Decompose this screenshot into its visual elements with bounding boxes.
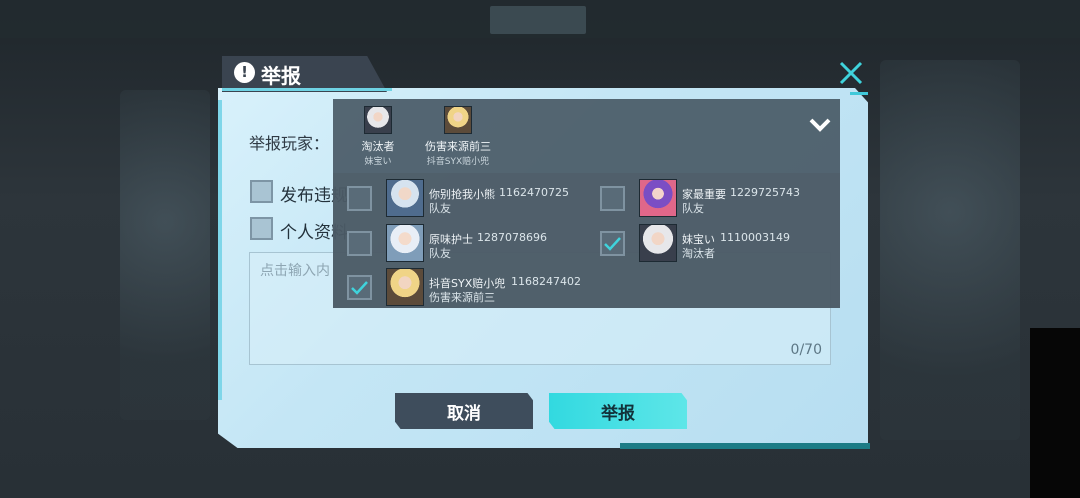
player-id: 1229725743 (730, 186, 800, 199)
character-counter: 0/70 (790, 342, 822, 358)
selected-player-sub: 抖音SYX赔小兜 (426, 157, 490, 167)
avatar (364, 106, 392, 134)
player-role: 伤害来源前三 (429, 291, 495, 304)
avatar (386, 224, 424, 262)
background-top-button (490, 6, 586, 34)
chevron-down-icon (809, 118, 831, 132)
player-checkbox[interactable] (347, 275, 372, 300)
player-dropdown-list: 你别抢我小熊 1162470725 队友 家最重要 1229725743 队友 … (333, 173, 840, 308)
player-id: 1162470725 (499, 186, 569, 199)
selected-player-sub: 妹宝い (364, 157, 392, 167)
background-dark-block (1030, 328, 1080, 498)
player-checkbox[interactable] (347, 186, 372, 211)
dropdown-toggle[interactable] (808, 117, 832, 133)
player-role: 队友 (429, 202, 451, 215)
dialog-edge-decoration (218, 100, 222, 400)
player-selector[interactable]: 淘汰者 妹宝い 伤害来源前三 抖音SYX赔小兜 (333, 99, 840, 173)
option-checkbox-profile[interactable] (250, 217, 273, 240)
player-checkbox[interactable] (600, 186, 625, 211)
player-list-item[interactable]: 抖音SYX赔小兜 1168247402 伤害来源前三 (333, 266, 581, 306)
option-checkbox-violation[interactable] (250, 180, 273, 203)
player-role: 淘汰者 (682, 247, 715, 260)
avatar (639, 179, 677, 217)
avatar (444, 106, 472, 134)
player-id: 1110003149 (720, 231, 790, 244)
player-role: 队友 (682, 202, 704, 215)
player-id: 1168247402 (511, 275, 581, 288)
selected-player-name: 淘汰者 (361, 140, 395, 153)
dialog-title: 举报 (261, 64, 301, 88)
selected-player-chip: 伤害来源前三 抖音SYX赔小兜 (413, 106, 503, 167)
background-character (880, 60, 1020, 440)
player-id: 1287078696 (477, 231, 547, 244)
avatar (386, 179, 424, 217)
avatar (386, 268, 424, 306)
selected-player-chip: 淘汰者 妹宝い (333, 106, 423, 167)
dialog-accent-corner (850, 92, 868, 95)
close-button[interactable] (836, 58, 866, 88)
cancel-button[interactable]: 取消 (395, 393, 533, 429)
exclamation-icon: ! (234, 62, 255, 83)
player-list-item[interactable]: 家最重要 1229725743 队友 (586, 177, 826, 217)
selected-player-name: 伤害来源前三 (425, 140, 491, 153)
player-list-item[interactable]: 原味护士 1287078696 队友 (333, 222, 573, 262)
background-character (120, 90, 210, 420)
textarea-placeholder: 点击输入内 (260, 263, 330, 279)
title-underline (222, 88, 392, 91)
dialog-accent-bar (620, 443, 870, 449)
player-checkbox[interactable] (600, 231, 625, 256)
avatar (639, 224, 677, 262)
player-list-item[interactable]: 你别抢我小熊 1162470725 队友 (333, 177, 573, 217)
report-player-label: 举报玩家： (249, 134, 330, 153)
player-role: 队友 (429, 247, 451, 260)
player-list-item[interactable]: 妹宝い 1110003149 淘汰者 (586, 222, 826, 262)
report-button[interactable]: 举报 (549, 393, 687, 429)
checkmark-icon (351, 281, 368, 295)
close-x-icon (839, 61, 863, 85)
player-checkbox[interactable] (347, 231, 372, 256)
checkmark-icon (604, 237, 621, 251)
